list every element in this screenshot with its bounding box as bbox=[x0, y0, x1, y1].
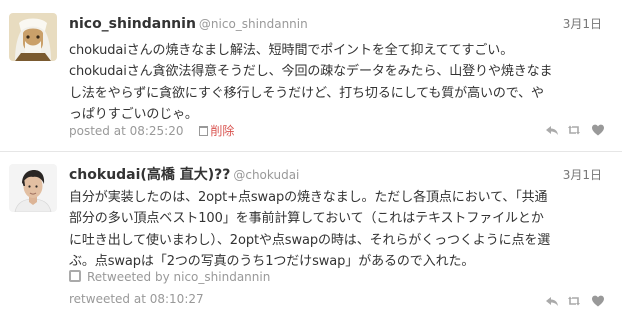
tweet-header: chokudai(高橋 直大)?? @chokudai 3月1日 bbox=[69, 164, 602, 184]
timeline: nico_shindannin @nico_shindannin 3月1日 cho… bbox=[0, 0, 622, 317]
retweet-small-icon bbox=[69, 270, 81, 282]
author-screenname[interactable]: @chokudai bbox=[233, 168, 299, 182]
tweet-text-line: し法をやらずに貪欲にすぐ移行しそうだけど、打ち切るにしても質が高いので、や bbox=[69, 85, 544, 101]
favorite-icon[interactable] bbox=[591, 123, 605, 137]
delete-label: 削除 bbox=[210, 124, 235, 138]
trash-icon bbox=[199, 126, 209, 136]
author-fullname[interactable]: nico_shindannin bbox=[69, 16, 196, 32]
tweet-actions bbox=[545, 294, 609, 310]
retweeted-by-label[interactable]: Retweeted by nico_shindannin bbox=[87, 270, 270, 284]
avatar[interactable] bbox=[9, 13, 57, 61]
avatar-image bbox=[9, 13, 57, 61]
tweet-header: nico_shindannin @nico_shindannin 3月1日 bbox=[69, 13, 602, 33]
tweet: chokudai(高橋 直大)?? @chokudai 3月1日 自分が実装したの… bbox=[0, 152, 622, 317]
tweet-text-line: chokudaiさん貪欲法得意そうだし、今回の疎なデータをみたら、山登りや焼きな… bbox=[69, 64, 553, 80]
favorite-icon[interactable] bbox=[591, 294, 605, 308]
tweet-text-line: に吐き出して使いまわし）、2optや点swapの時は、それらがくっつくように点を… bbox=[69, 232, 551, 248]
reply-icon[interactable] bbox=[545, 123, 559, 137]
retweeted-time[interactable]: retweeted at 08:10:27 bbox=[69, 292, 204, 306]
tweet-text: 自分が実装したのは、2opt+点swapの焼きなまし。ただし各頂点において、「共… bbox=[69, 187, 609, 273]
tweet-text-line: 自分が実装したのは、2opt+点swapの焼きなまし。ただし各頂点において、「共… bbox=[69, 190, 548, 205]
tweet: nico_shindannin @nico_shindannin 3月1日 cho… bbox=[0, 0, 622, 152]
author-fullname[interactable]: chokudai(高橋 直大)?? bbox=[69, 167, 230, 183]
tweet-meta: retweeted at 08:10:27 bbox=[69, 292, 204, 306]
avatar-image bbox=[9, 164, 57, 212]
avatar[interactable] bbox=[9, 164, 57, 212]
tweet-text-line: chokudaiさんの焼きなまし解法、短時間でポイントを全て抑えててすごい。 bbox=[69, 43, 514, 58]
tweet-date[interactable]: 3月1日 bbox=[563, 166, 602, 183]
retweet-icon[interactable] bbox=[567, 123, 581, 137]
delete-button[interactable]: 削除 bbox=[199, 124, 234, 138]
retweeted-by: Retweeted by nico_shindannin bbox=[69, 270, 270, 284]
tweet-date[interactable]: 3月1日 bbox=[563, 15, 602, 32]
tweet-actions bbox=[545, 123, 609, 139]
posted-time[interactable]: posted at 08:25:20 bbox=[69, 124, 184, 138]
reply-icon[interactable] bbox=[545, 294, 559, 308]
retweet-icon[interactable] bbox=[567, 294, 581, 308]
tweet-meta: posted at 08:25:20 削除 bbox=[69, 122, 234, 139]
tweet-text: chokudaiさんの焼きなまし解法、短時間でポイントを全て抑えててすごい。 c… bbox=[69, 40, 609, 126]
tweet-text-line: 部分の多い頂点ベスト100」を事前計算しておいて（これはテキストファイルとか bbox=[69, 211, 544, 227]
author-screenname[interactable]: @nico_shindannin bbox=[199, 17, 308, 31]
